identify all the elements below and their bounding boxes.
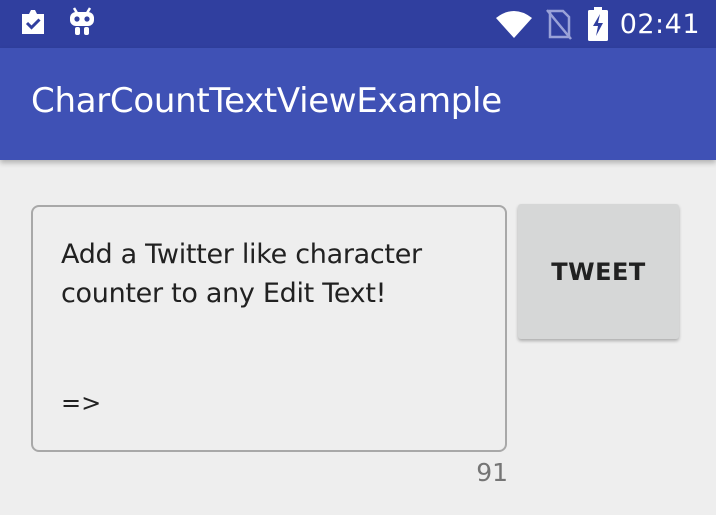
status-bar: 02:41 [0, 0, 716, 48]
system-icons: 02:41 [494, 5, 700, 43]
char-counter: 91 [476, 458, 508, 487]
arrow-text: => [61, 389, 102, 417]
main-content: Add a Twitter like character counter to … [0, 160, 716, 515]
wifi-icon [494, 9, 534, 39]
tweet-button[interactable]: TWEET [518, 204, 679, 339]
notification-icons [18, 7, 96, 41]
clipboard-check-icon [18, 7, 48, 41]
status-clock: 02:41 [619, 8, 700, 40]
app-bar: CharCountTextViewExample [0, 48, 716, 160]
no-sim-icon [545, 8, 572, 40]
battery-charging-icon [587, 7, 608, 41]
tweet-text-value: Add a Twitter like character counter to … [61, 239, 422, 309]
app-title: CharCountTextViewExample [31, 81, 502, 121]
android-robot-icon [68, 7, 96, 41]
tweet-edit-text[interactable]: Add a Twitter like character counter to … [31, 205, 507, 452]
